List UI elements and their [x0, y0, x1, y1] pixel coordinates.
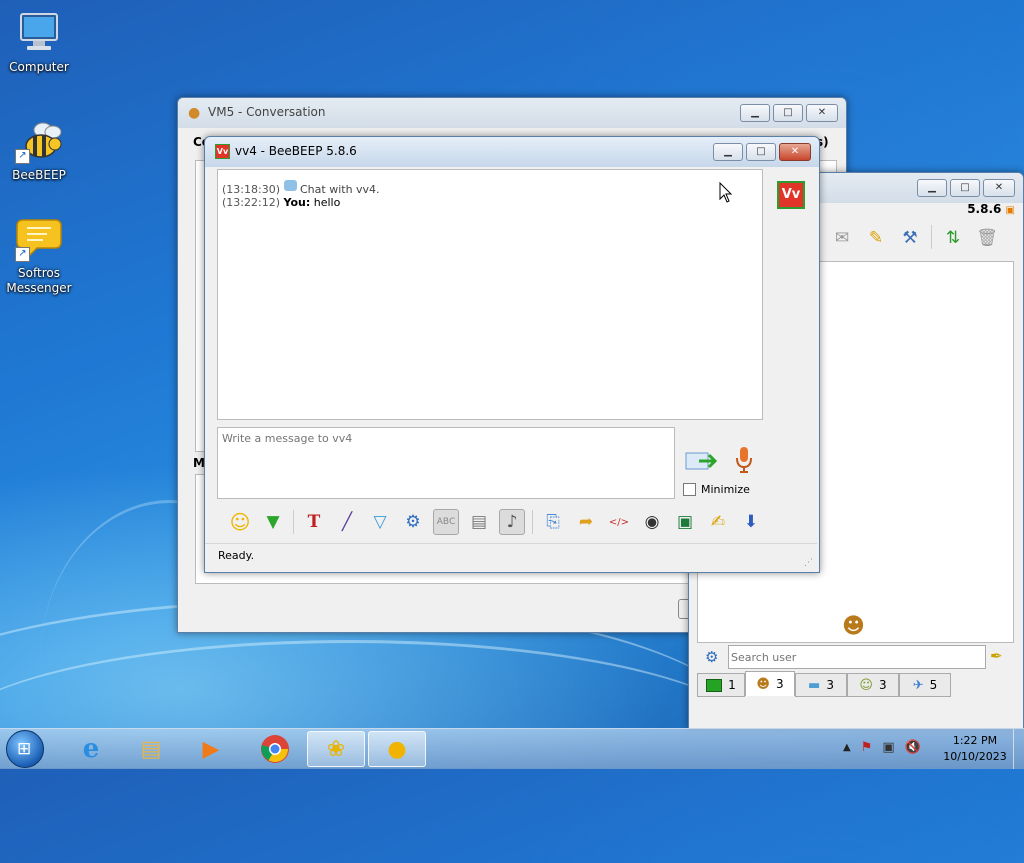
close-button[interactable]: ✕	[983, 179, 1015, 197]
message-input[interactable]	[217, 427, 675, 499]
users-group-icon: ☻	[842, 614, 865, 639]
desktop-icon-computer[interactable]: Computer	[2, 8, 76, 75]
groups-tab-icon: ☺	[859, 677, 873, 693]
window-title: vv4 - BeeBEEP 5.8.6	[235, 144, 357, 158]
chat-titlebar[interactable]: Vv vv4 - BeeBEEP 5.8.6 ▁ □ ✕	[205, 137, 819, 167]
start-button[interactable]: ⊞	[6, 730, 44, 768]
filter-icon[interactable]: ▽	[367, 509, 393, 535]
smiley-icon[interactable]: ☺	[227, 509, 253, 535]
window-title: VM5 - Conversation	[208, 105, 326, 119]
minimize-checkbox[interactable]	[683, 483, 696, 496]
tab-network[interactable]: ✈ 5	[899, 673, 951, 697]
send-icon[interactable]	[685, 449, 718, 473]
tab-chats[interactable]: 1	[697, 673, 745, 697]
music-note-icon[interactable]: ♪	[499, 509, 525, 535]
minimize-checkbox-row[interactable]: Minimize	[683, 483, 750, 496]
chrome-icon[interactable]	[246, 731, 304, 767]
speech-bubble-icon: ↗	[15, 214, 63, 262]
clear-search-icon[interactable]: ✒	[990, 647, 1003, 665]
maximize-button[interactable]: □	[746, 143, 776, 161]
softros-taskbar-icon[interactable]: ●	[368, 731, 426, 767]
user-icon: ●	[188, 105, 201, 121]
file-explorer-icon[interactable]: ▤	[122, 731, 180, 767]
shortcut-arrow-icon: ↗	[15, 247, 30, 262]
note-edit-icon[interactable]: ✍	[705, 509, 731, 535]
status-text: Ready.	[218, 549, 255, 562]
send-file-icon[interactable]: ⎘	[540, 509, 566, 535]
mail-icon[interactable]: ✉	[829, 225, 855, 251]
show-desktop-button[interactable]	[1013, 729, 1024, 769]
webcam-icon[interactable]: ◉	[639, 509, 665, 535]
close-button[interactable]: ✕	[779, 143, 811, 161]
main-toolbar: ✉ ✎ ⚒ ⇅ 🗑	[829, 225, 1000, 251]
version-label: 5.8.6 ▣	[967, 202, 1015, 216]
windows-flag-icon: ▣	[1005, 205, 1015, 216]
media-player-icon[interactable]: ▶	[182, 731, 240, 767]
beebeep-taskbar-icon[interactable]: ❀	[307, 731, 365, 767]
contact-avatar: Vv	[777, 181, 805, 209]
action-center-icon[interactable]: ⚑	[861, 740, 873, 755]
desktop-icon-softros[interactable]: ↗ Softros Messenger	[2, 214, 76, 296]
settings-gear-icon[interactable]: ⚙	[400, 509, 426, 535]
maximize-button[interactable]: □	[773, 104, 803, 122]
color-picker-icon[interactable]: ╱	[334, 509, 360, 535]
main-tabs: 1 ☻ 3 ▬ 3 ☺ 3 ✈ 5	[697, 671, 951, 697]
clock[interactable]: 1:22 PM 10/10/2023	[936, 733, 1014, 765]
tab-groups[interactable]: ☺ 3	[847, 673, 899, 697]
screenshot-icon[interactable]: ▣	[672, 509, 698, 535]
computer-icon	[15, 8, 63, 56]
search-settings-icon[interactable]: ⚙	[705, 648, 718, 666]
update-icon[interactable]: ⇅	[940, 225, 966, 251]
microphone-icon[interactable]	[735, 446, 753, 474]
volume-muted-icon[interactable]: 🔇	[905, 740, 921, 755]
desktop-icon-label: Softros Messenger	[6, 266, 72, 295]
chat-history: (13:18:30) Chat with vv4. (13:22:12) You…	[217, 169, 763, 420]
network-icon[interactable]: ▣	[882, 740, 894, 755]
desktop-icon-beebeep[interactable]: ↗ BeeBEEP	[2, 116, 76, 183]
conversation-titlebar[interactable]: ● VM5 - Conversation ▁ □ ✕	[178, 98, 846, 128]
search-input[interactable]	[728, 645, 986, 669]
trash-icon[interactable]: 🗑	[974, 225, 1000, 251]
spellcheck-icon[interactable]: ABC	[433, 509, 459, 535]
show-hidden-icons-icon[interactable]: ▲	[843, 742, 851, 755]
messages-tab-icon: ▬	[808, 677, 821, 693]
shortcut-arrow-icon: ↗	[15, 149, 30, 164]
edit-icon[interactable]: ✎	[863, 225, 889, 251]
chat-tab-icon	[706, 678, 723, 692]
mouse-cursor	[719, 181, 733, 204]
maximize-button[interactable]: □	[950, 179, 980, 197]
html-code-icon[interactable]: </>	[606, 509, 632, 535]
minimize-button[interactable]: ▁	[713, 143, 743, 161]
windows-logo-icon: ⊞	[17, 739, 32, 759]
taskbar: ⊞ e ▤ ▶ ❀ ● ▲ ⚑ ▣ 🔇 1:22 PM 10/10/2023	[0, 728, 1024, 769]
minimize-button[interactable]: ▁	[740, 104, 770, 122]
status-bar: Ready. ⋰	[205, 543, 817, 570]
resize-grip-icon[interactable]: ⋰	[804, 558, 813, 568]
send-folder-icon[interactable]: ➦	[573, 509, 599, 535]
close-button[interactable]: ✕	[806, 104, 838, 122]
users-tab-icon: ☻	[756, 676, 770, 692]
vv-app-icon: Vv	[215, 144, 230, 159]
internet-explorer-icon[interactable]: e	[62, 731, 120, 767]
desktop-icon-label: BeeBEEP	[12, 168, 66, 182]
tab-messages[interactable]: ▬ 3	[795, 673, 847, 697]
tab-users[interactable]: ☻ 3	[745, 671, 795, 696]
chat-toolbar: ☺ ▼ T ╱ ▽ ⚙ ABC ▤ ♪ ⎘ ➦ </> ◉ ▣ ✍ ⬇	[227, 509, 764, 535]
network-tab-icon: ✈	[912, 677, 924, 693]
search-bar: ⚙ ✒	[697, 645, 1012, 671]
desktop-icon-label: Computer	[9, 60, 69, 74]
chat-message: (13:18:30) Chat with vv4.	[222, 180, 762, 196]
chat-bubble-icon	[283, 180, 297, 191]
document-icon[interactable]: ▤	[466, 509, 492, 535]
download-icon[interactable]: ▼	[260, 509, 286, 535]
font-icon[interactable]: T	[301, 509, 327, 535]
chat-message: (13:22:12) You: hello	[222, 196, 341, 209]
tools-icon[interactable]: ⚒	[897, 225, 923, 251]
bee-icon: ↗	[15, 116, 63, 164]
minimize-button[interactable]: ▁	[917, 179, 947, 197]
system-tray: ▲ ⚑ ▣ 🔇	[843, 740, 921, 755]
save-icon[interactable]: ⬇	[738, 509, 764, 535]
